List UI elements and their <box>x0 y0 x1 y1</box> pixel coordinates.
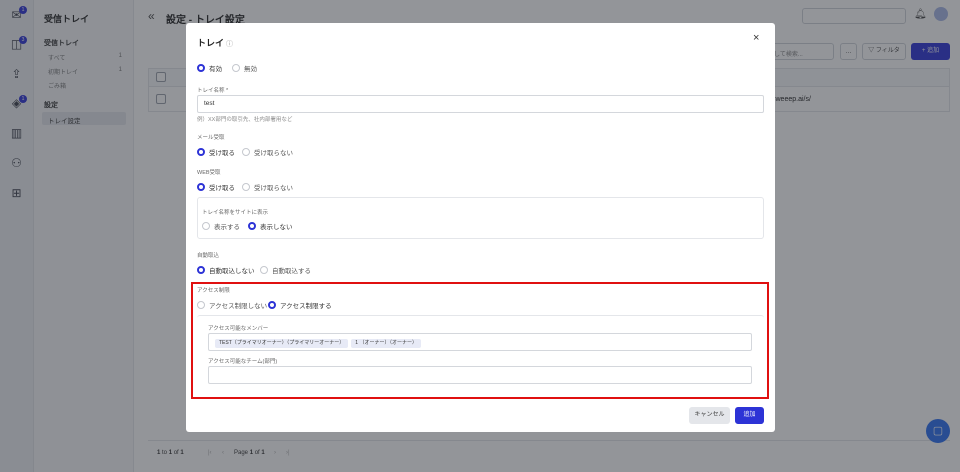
radio-dot <box>260 266 268 274</box>
tray-name-hint: 例）XX部門の取引先、社内部署用など <box>197 117 293 123</box>
radio-dot <box>197 64 205 72</box>
site-display-off-radio[interactable]: 表示しない <box>248 221 293 231</box>
dialog-title-text: トレイ <box>197 38 225 48</box>
radio-label: 表示する <box>214 224 240 231</box>
radio-label: 自動取込する <box>272 268 311 275</box>
close-icon[interactable]: × <box>753 32 759 44</box>
status-radio-group: 有効 無効 <box>197 63 397 73</box>
web-receive-on-radio[interactable]: 受け取る <box>197 182 235 192</box>
site-display-box: トレイ名称をサイトに表示 表示する 表示しない <box>197 197 764 239</box>
mail-receive-label: メール受取 <box>197 135 225 141</box>
status-disabled-radio[interactable]: 無効 <box>232 63 257 73</box>
info-icon: ⓘ <box>226 41 234 48</box>
mail-receive-radio-group: 受け取る 受け取らない <box>197 147 397 157</box>
auto-import-label: 自動取込 <box>197 253 220 259</box>
auto-import-on-radio[interactable]: 自動取込する <box>260 265 311 275</box>
auto-import-off-radio[interactable]: 自動取込しない <box>197 265 255 275</box>
radio-label: 受け取る <box>209 150 235 157</box>
radio-label: 表示しない <box>260 224 293 231</box>
site-display-on-radio[interactable]: 表示する <box>202 221 240 231</box>
site-display-radio-group: 表示する 表示しない <box>202 221 402 231</box>
radio-dot <box>232 64 240 72</box>
web-receive-off-radio[interactable]: 受け取らない <box>242 182 293 192</box>
mail-receive-on-radio[interactable]: 受け取る <box>197 147 235 157</box>
web-receive-label: WEB受取 <box>197 170 221 176</box>
radio-label: 自動取込しない <box>209 268 255 275</box>
cancel-button[interactable]: キャンセル <box>689 407 730 424</box>
submit-add-button[interactable]: 追加 <box>735 407 764 424</box>
web-receive-radio-group: 受け取る 受け取らない <box>197 182 397 192</box>
tray-name-input[interactable]: test <box>197 95 764 113</box>
radio-dot <box>242 183 250 191</box>
radio-label: 無効 <box>244 66 257 73</box>
auto-import-radio-group: 自動取込しない 自動取込する <box>197 265 397 275</box>
radio-label: 受け取らない <box>254 150 293 157</box>
radio-dot <box>248 222 256 230</box>
radio-label: 受け取らない <box>254 185 293 192</box>
radio-dot <box>197 183 205 191</box>
highlight-frame <box>191 282 769 399</box>
radio-dot <box>197 266 205 274</box>
site-display-label: トレイ名称をサイトに表示 <box>202 210 269 216</box>
radio-label: 有効 <box>209 66 222 73</box>
tray-name-label: トレイ名称 * <box>197 88 229 94</box>
radio-label: 受け取る <box>209 185 235 192</box>
status-enabled-radio[interactable]: 有効 <box>197 63 222 73</box>
radio-dot <box>202 222 210 230</box>
mail-receive-off-radio[interactable]: 受け取らない <box>242 147 293 157</box>
radio-dot <box>197 148 205 156</box>
dialog-title: トレイ ⓘ <box>197 36 233 49</box>
radio-dot <box>242 148 250 156</box>
